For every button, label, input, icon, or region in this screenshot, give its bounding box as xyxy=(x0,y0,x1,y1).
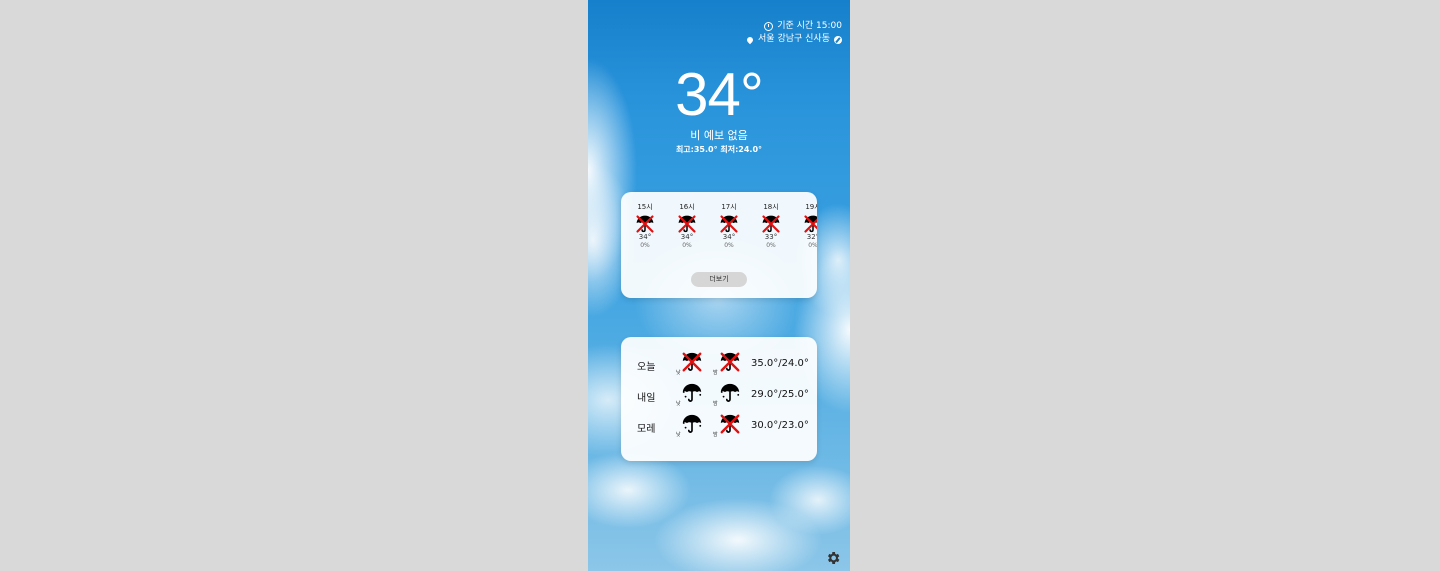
hourly-item: 17시 34° 0% xyxy=(715,202,743,250)
location-row[interactable]: 서울 강남구 신사동 xyxy=(745,33,842,46)
more-button[interactable]: 더보기 xyxy=(691,272,747,287)
hourly-item: 15시 34° 0% xyxy=(631,202,659,250)
hour-rain-probability: 0% xyxy=(640,242,650,249)
hourly-strip[interactable]: 15시34°0%16시34°0%17시34°0%18시33°0%19시32°0% xyxy=(621,202,817,262)
day-label: 오늘 xyxy=(637,362,656,373)
clock-icon xyxy=(764,22,774,31)
am-label: 낮 xyxy=(676,401,681,407)
hourly-forecast-card: 15시34°0%16시34°0%17시34°0%18시33°0%19시32°0%… xyxy=(621,192,817,298)
pm-label: 밤 xyxy=(713,432,718,438)
umbrella-icon xyxy=(681,382,703,404)
hour-time: 15시 xyxy=(637,203,653,211)
base-time-row: 기준 시간 15:00 xyxy=(747,20,842,33)
settings-gear-icon[interactable] xyxy=(825,550,841,566)
daily-forecast-card: 오늘 낮 밤 35.0°/24.0° 내일 낮 밤 29.0°/25.0° 모레 낮 밤 30.0°/… xyxy=(621,337,817,461)
hour-rain-probability: 0% xyxy=(808,242,817,249)
hour-temperature: 34° xyxy=(722,233,736,241)
daily-row: 오늘낮 밤 35.0°/24.0° xyxy=(621,351,817,377)
hour-rain-probability: 0% xyxy=(682,242,692,249)
hour-time: 19시 xyxy=(805,203,817,211)
hour-temperature: 33° xyxy=(764,233,778,241)
hour-rain-probability: 0% xyxy=(724,242,734,249)
daily-row: 내일낮 밤 29.0°/25.0° xyxy=(621,382,817,408)
umbrella-icon xyxy=(681,413,703,435)
hourly-item: 19시 32°0% xyxy=(799,202,817,250)
hour-time: 18시 xyxy=(763,203,779,211)
hourly-item: 16시 34° 0% xyxy=(673,202,701,250)
umbrella-crossed-icon xyxy=(677,214,697,233)
pm-label: 밤 xyxy=(713,401,718,407)
weather-screen: 기준 시간 15:00 서울 강남구 신사동 34° 비 예보 없음 최고:35… xyxy=(588,0,850,571)
header-info: 기준 시간 15:00 서울 강남구 신사동 xyxy=(745,20,842,46)
day-label: 내일 xyxy=(637,393,656,404)
location-text: 서울 강남구 신사동 xyxy=(758,34,830,44)
umbrella-crossed-icon xyxy=(719,351,741,373)
am-label: 낮 xyxy=(676,370,681,376)
day-temperature-range: 29.0°/25.0° xyxy=(751,389,809,400)
umbrella-crossed-icon xyxy=(681,351,703,373)
hour-temperature: 34° xyxy=(680,233,694,241)
app-background: 기준 시간 15:00 서울 강남구 신사동 34° 비 예보 없음 최고:35… xyxy=(0,0,1440,571)
hourly-item: 18시 33° 0% xyxy=(757,202,785,250)
pm-label: 밤 xyxy=(713,370,718,376)
hour-temperature: 34° xyxy=(638,233,652,241)
high-low-temperature: 최고:35.0° 최저:24.0° xyxy=(675,145,763,154)
hour-time: 16시 xyxy=(679,203,695,211)
day-label: 모레 xyxy=(637,424,656,435)
daily-row: 모레낮 밤 30.0°/23.0° xyxy=(621,413,817,439)
umbrella-crossed-icon xyxy=(719,214,739,233)
umbrella-crossed-icon xyxy=(761,214,781,233)
hour-rain-probability: 0% xyxy=(766,242,776,249)
current-temperature: 34° xyxy=(675,61,764,128)
umbrella-icon xyxy=(719,382,741,404)
location-pin-icon xyxy=(745,35,755,44)
hour-temperature: 32° xyxy=(806,233,817,241)
hour-time: 17시 xyxy=(721,203,737,211)
day-temperature-range: 35.0°/24.0° xyxy=(751,358,809,369)
am-label: 낮 xyxy=(676,432,681,438)
day-temperature-range: 30.0°/23.0° xyxy=(751,420,809,431)
umbrella-crossed-icon xyxy=(803,214,817,233)
edit-location-icon[interactable] xyxy=(834,35,842,44)
base-time-text: 기준 시간 15:00 xyxy=(777,21,842,31)
umbrella-crossed-icon xyxy=(635,214,655,233)
rain-status: 비 예보 없음 xyxy=(690,129,748,142)
umbrella-crossed-icon xyxy=(719,413,741,435)
